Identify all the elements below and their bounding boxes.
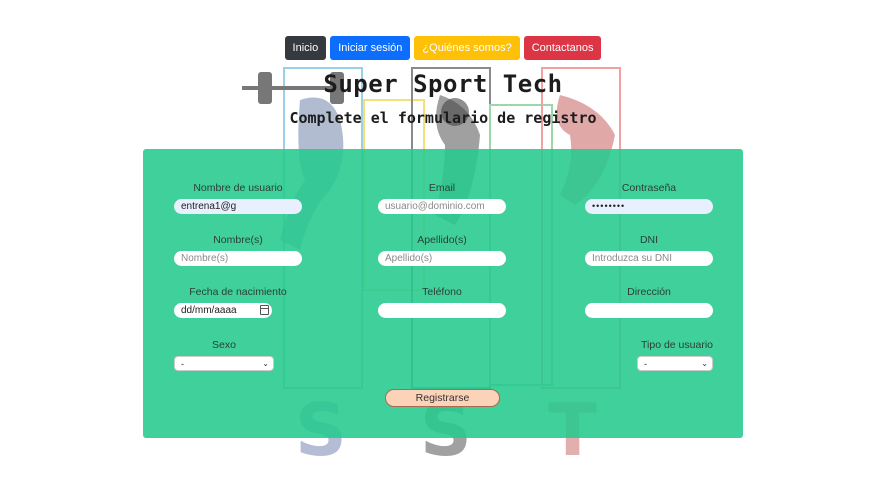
sex-field-group: Sexo - ⌄ (174, 338, 274, 371)
page-subtitle: Complete el formulario de registro (289, 109, 597, 127)
nav-login-button[interactable]: Iniciar sesión (330, 36, 411, 60)
calendar-icon[interactable] (260, 305, 269, 315)
birth-date-input[interactable]: dd/mm/aaaa (174, 303, 272, 318)
dni-label: DNI (639, 234, 659, 246)
dni-field-group: DNI Introduzca su DNI (585, 233, 713, 266)
birth-date-label: Fecha de nacimiento (189, 286, 287, 298)
sex-selected-value: - (181, 358, 184, 369)
registration-form: Nombre de usuario entrena1@g Email usuar… (143, 149, 743, 438)
register-button[interactable]: Registrarse (385, 389, 500, 407)
username-input[interactable]: entrena1@g (174, 199, 302, 214)
email-field-group: Email usuario@dominio.com (378, 181, 506, 214)
page-title: Super Sport Tech (323, 70, 563, 98)
dni-input[interactable]: Introduzca su DNI (585, 251, 713, 266)
birth-date-placeholder: dd/mm/aaaa (181, 305, 237, 316)
first-name-label: Nombre(s) (213, 234, 263, 246)
phone-field-group: Teléfono (378, 285, 506, 318)
phone-label: Teléfono (422, 286, 462, 298)
password-input[interactable]: •••••••• (585, 199, 713, 214)
chevron-down-icon: ⌄ (701, 359, 708, 368)
email-input[interactable]: usuario@dominio.com (378, 199, 506, 214)
address-field-group: Dirección (585, 285, 713, 318)
username-field-group: Nombre de usuario entrena1@g (174, 181, 302, 214)
last-name-input[interactable]: Apellido(s) (378, 251, 506, 266)
sex-select[interactable]: - ⌄ (174, 356, 274, 371)
password-field-group: Contraseña •••••••• (585, 181, 713, 214)
nav-home-button[interactable]: Inicio (284, 36, 327, 60)
address-input[interactable] (585, 303, 713, 318)
email-label: Email (428, 182, 456, 194)
nav-about-button[interactable]: ¿Quiénes somos? (414, 36, 520, 60)
phone-input[interactable] (378, 303, 506, 318)
birth-date-field-group: Fecha de nacimiento dd/mm/aaaa (174, 285, 302, 318)
user-type-selected-value: - (644, 358, 647, 369)
first-name-input[interactable]: Nombre(s) (174, 251, 302, 266)
user-type-field-group: Tipo de usuario - ⌄ (625, 338, 713, 371)
first-name-field-group: Nombre(s) Nombre(s) (174, 233, 302, 266)
top-nav: Inicio Iniciar sesión ¿Quiénes somos? Co… (0, 36, 886, 60)
username-label: Nombre de usuario (193, 182, 283, 194)
chevron-down-icon: ⌄ (262, 359, 269, 368)
last-name-field-group: Apellido(s) Apellido(s) (378, 233, 506, 266)
last-name-label: Apellido(s) (417, 234, 467, 246)
nav-contact-button[interactable]: Contactanos (523, 36, 602, 60)
password-label: Contraseña (621, 182, 677, 194)
address-label: Dirección (627, 286, 671, 298)
user-type-select[interactable]: - ⌄ (637, 356, 713, 371)
sex-label: Sexo (212, 339, 236, 351)
user-type-label: Tipo de usuario (641, 339, 713, 351)
